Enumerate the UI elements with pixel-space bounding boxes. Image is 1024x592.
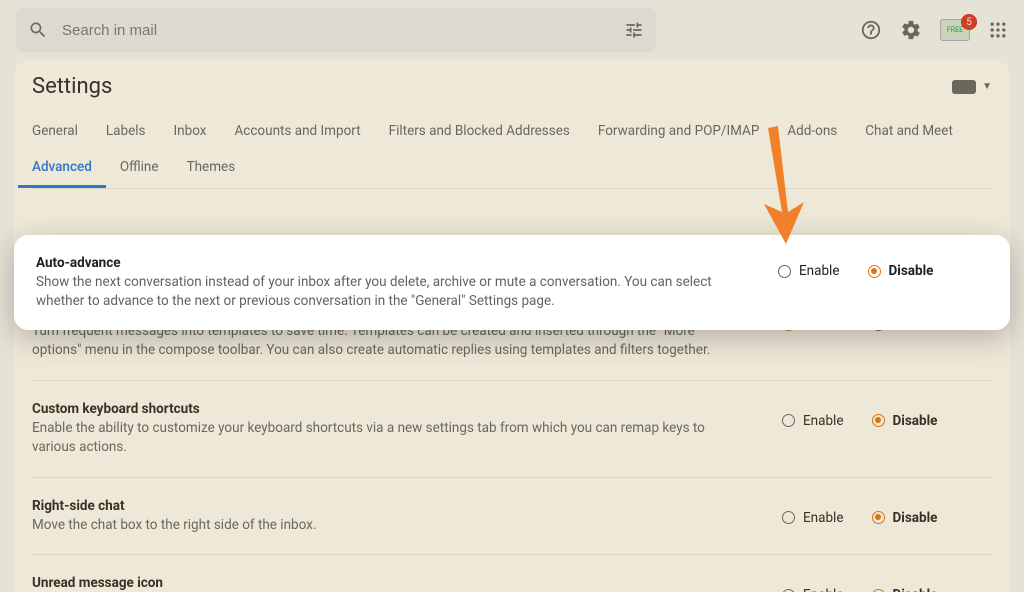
radio-icon [782, 414, 795, 427]
tabs: General Labels Inbox Accounts and Import… [14, 103, 1010, 188]
tab-general[interactable]: General [18, 113, 92, 149]
search-icon [28, 20, 48, 40]
language-selector[interactable] [952, 80, 976, 94]
gear-icon[interactable] [900, 19, 922, 41]
autoadvance-title: Auto-advance [36, 255, 738, 271]
radio-icon [872, 511, 885, 524]
radio-icon [872, 414, 885, 427]
unreadicon-title: Unread message icon [32, 575, 742, 591]
page-title: Settings [32, 74, 112, 99]
tab-accounts[interactable]: Accounts and Import [220, 113, 374, 149]
autoadvance-disable[interactable]: Disable [868, 263, 934, 279]
autoadvance-desc: Show the next conversation instead of yo… [36, 273, 738, 311]
autoadvance-enable[interactable]: Enable [778, 263, 840, 279]
tune-icon[interactable] [624, 20, 644, 40]
tab-themes[interactable]: Themes [173, 149, 250, 188]
radio-icon [778, 265, 791, 278]
free-text: FREE [947, 26, 963, 34]
tab-labels[interactable]: Labels [92, 113, 160, 149]
radio-icon [782, 511, 795, 524]
row-shortcuts: Custom keyboard shortcuts Enable the abi… [32, 381, 992, 478]
tab-addons[interactable]: Add-ons [773, 113, 851, 149]
badge-count: 5 [961, 14, 977, 30]
free-badge[interactable]: FREE 5 [940, 19, 970, 41]
rightchat-disable[interactable]: Disable [872, 510, 938, 526]
row-unreadicon: Unread message icon See how many unread … [32, 555, 992, 592]
rightchat-title: Right-side chat [32, 498, 742, 514]
rightchat-enable[interactable]: Enable [782, 510, 844, 526]
shortcuts-enable[interactable]: Enable [782, 413, 844, 429]
tab-advanced[interactable]: Advanced [18, 149, 106, 188]
help-icon[interactable] [860, 19, 882, 41]
unreadicon-disable[interactable]: Disable [872, 587, 938, 592]
tab-forwarding[interactable]: Forwarding and POP/IMAP [584, 113, 773, 149]
unreadicon-enable[interactable]: Enable [782, 587, 844, 592]
row-rightchat: Right-side chat Move the chat box to the… [32, 478, 992, 556]
shortcuts-desc: Enable the ability to customize your key… [32, 419, 742, 457]
tab-filters[interactable]: Filters and Blocked Addresses [375, 113, 584, 149]
search-input[interactable] [62, 22, 610, 39]
search-box[interactable] [16, 8, 656, 52]
shortcuts-disable[interactable]: Disable [872, 413, 938, 429]
radio-icon [868, 265, 881, 278]
row-auto-advance: Auto-advance Show the next conversation … [14, 235, 1010, 330]
tab-offline[interactable]: Offline [106, 149, 173, 188]
tab-chat[interactable]: Chat and Meet [851, 113, 967, 149]
shortcuts-title: Custom keyboard shortcuts [32, 401, 742, 417]
rightchat-desc: Move the chat box to the right side of t… [32, 516, 742, 535]
chevron-down-icon: ▼ [982, 81, 992, 92]
tab-inbox[interactable]: Inbox [160, 113, 221, 149]
apps-icon[interactable] [988, 20, 1008, 40]
